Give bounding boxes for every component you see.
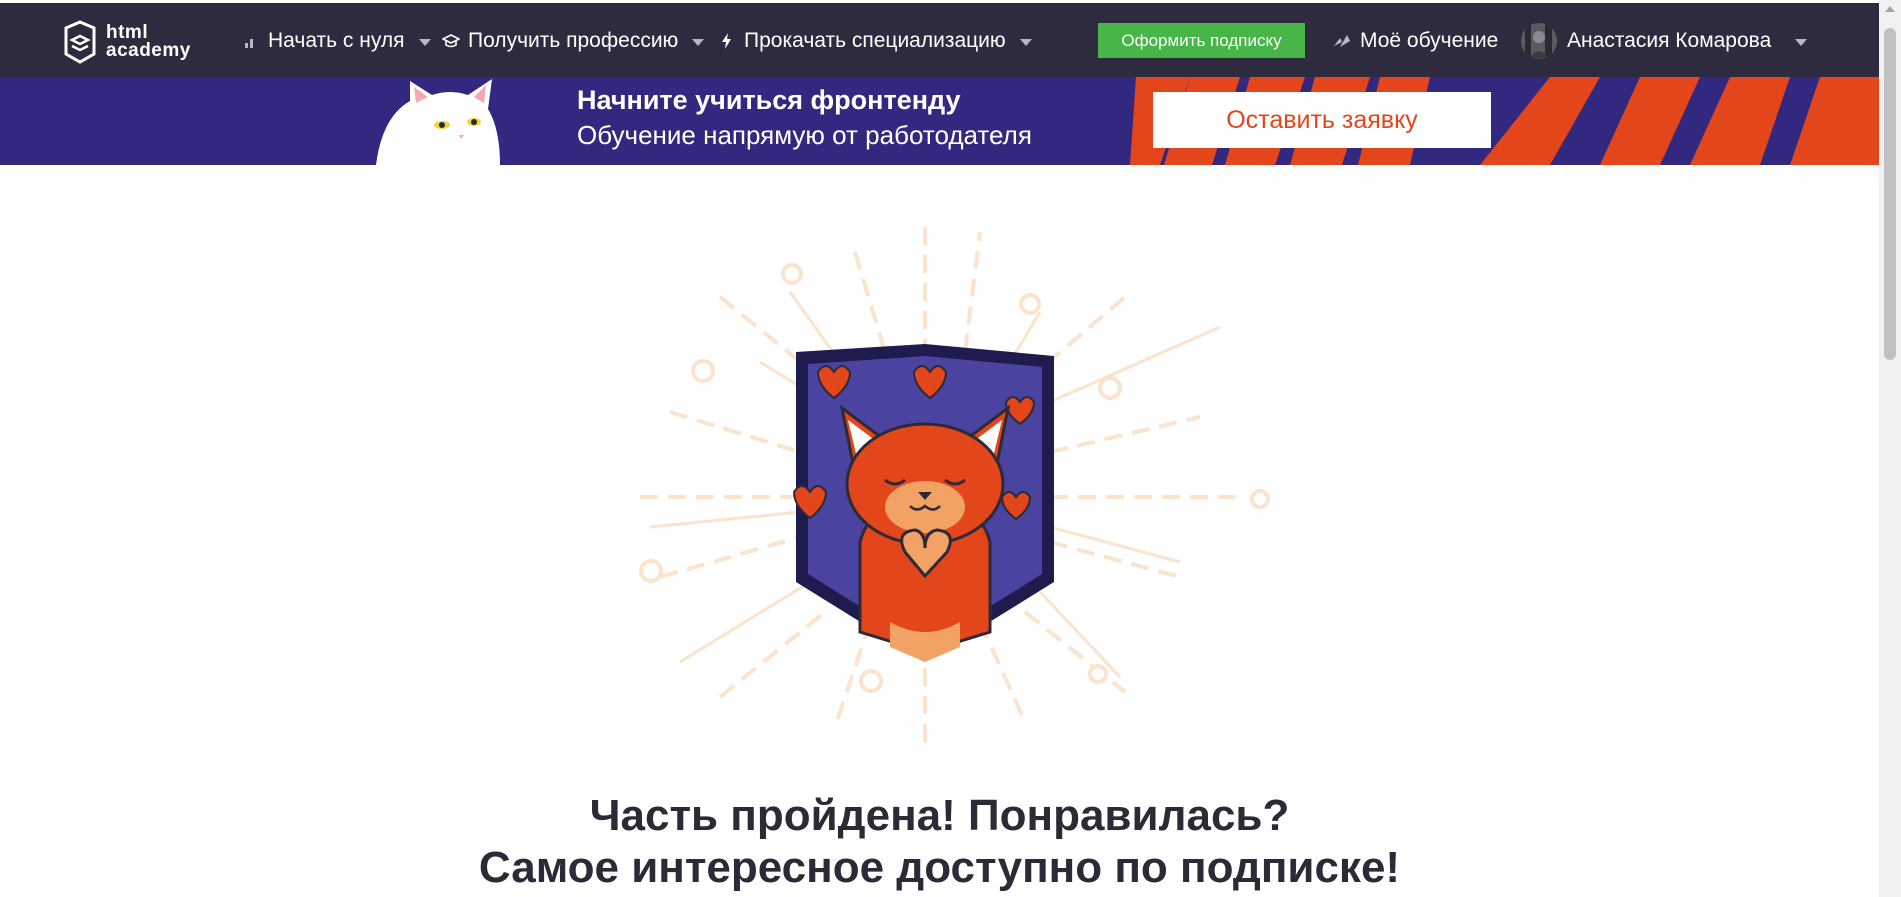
user-menu[interactable]: Анастасия Комарова <box>1521 23 1808 59</box>
page-title-line-1: Часть пройдена! Понравилась? <box>589 791 1290 840</box>
nav-start-from-zero[interactable]: Начать с нуля <box>242 25 431 57</box>
nav-my-learning-label: Моё обучение <box>1360 29 1499 52</box>
nav-get-profession[interactable]: Получить профессию <box>442 25 705 57</box>
page-title-line-2: Самое интересное доступно по подписке! <box>478 843 1401 892</box>
promo-banner[interactable]: Начните учиться фронтенду Обучение напря… <box>0 77 1879 165</box>
scrollbar-thumb[interactable] <box>1884 28 1896 360</box>
vertical-scrollbar[interactable] <box>1879 0 1901 897</box>
chevron-down-icon <box>692 38 705 46</box>
banner-subtitle: Обучение напрямую от работодателя <box>577 120 1032 150</box>
bar-chart-icon <box>245 39 253 48</box>
badge-illustration <box>639 227 1270 747</box>
chevron-down-icon <box>1795 38 1808 46</box>
cat-illustration <box>376 79 500 165</box>
nav-level-up-specialization-label: Прокачать специализацию <box>744 29 1006 52</box>
avatar-image <box>1521 23 1557 59</box>
chevron-down-icon <box>1019 38 1032 46</box>
nav-my-learning[interactable]: Моё обучение <box>1332 25 1498 57</box>
banner-title: Начните учиться фронтенду <box>577 85 961 115</box>
page-title: Часть пройдена! Понравилась? Самое интер… <box>0 790 1879 894</box>
logo-text: html academy <box>106 23 191 61</box>
graduation-cap-icon <box>442 34 460 48</box>
avatar <box>1521 23 1557 59</box>
nav-start-from-zero-label: Начать с нуля <box>268 29 405 52</box>
request-button[interactable]: Оставить заявку <box>1153 92 1491 148</box>
nav-level-up-specialization[interactable]: Прокачать специализацию <box>718 25 1032 57</box>
lightning-icon <box>722 33 731 49</box>
user-name: Анастасия Комарова <box>1567 29 1772 52</box>
top-navigation: html academy Начать с нуля Получить проф… <box>0 0 1879 77</box>
logo-icon <box>64 20 96 64</box>
scroll-up-arrow-icon[interactable] <box>1885 6 1895 12</box>
my-learning-icon <box>1334 35 1350 47</box>
logo-line-2: academy <box>106 40 191 61</box>
cat-character <box>839 404 1011 662</box>
chevron-down-icon <box>418 38 431 46</box>
nav-get-profession-label: Получить профессию <box>468 29 679 52</box>
subscribe-button[interactable]: Оформить подписку <box>1098 23 1305 58</box>
page: html academy Начать с нуля Получить проф… <box>0 0 1901 897</box>
logo[interactable]: html academy <box>62 18 202 66</box>
